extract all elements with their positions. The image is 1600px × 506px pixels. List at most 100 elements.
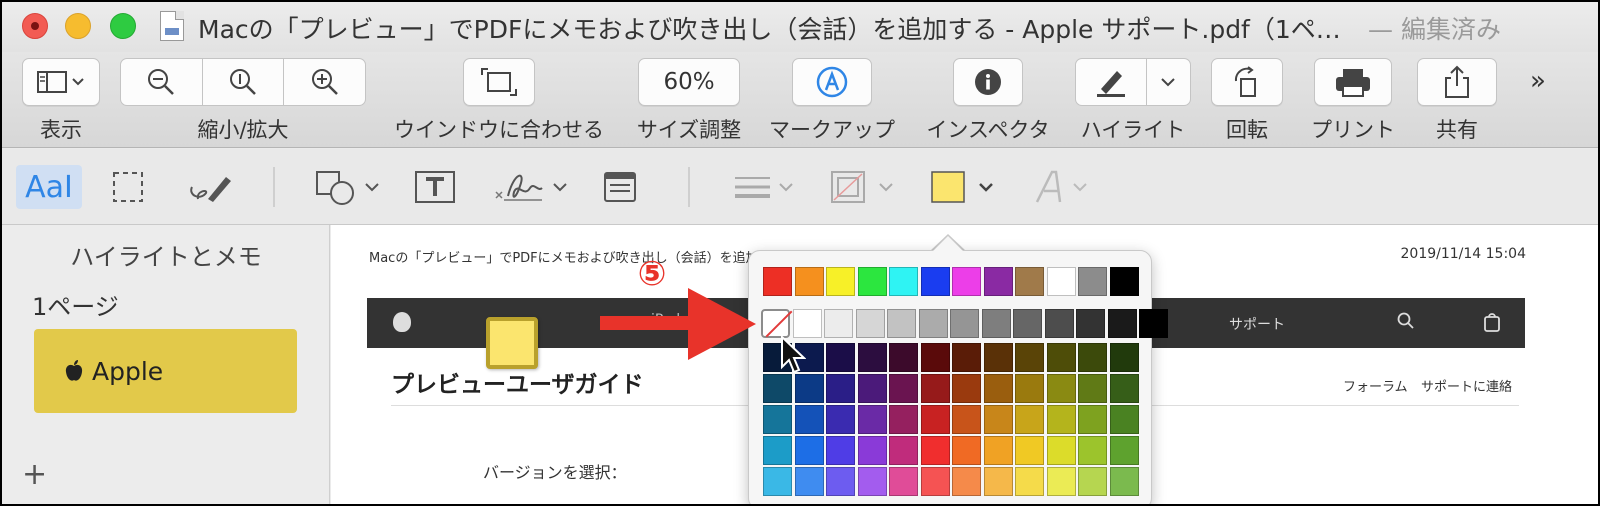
color-swatch[interactable] bbox=[857, 267, 887, 296]
print-button[interactable] bbox=[1314, 58, 1392, 106]
color-swatch[interactable] bbox=[826, 467, 855, 496]
color-swatch[interactable] bbox=[1078, 405, 1107, 434]
color-swatch[interactable] bbox=[826, 436, 855, 465]
minimize-button[interactable] bbox=[65, 13, 91, 39]
color-swatch[interactable] bbox=[1015, 343, 1044, 372]
color-swatch[interactable] bbox=[983, 467, 1013, 496]
document-icon[interactable] bbox=[160, 11, 184, 41]
color-swatch[interactable] bbox=[952, 467, 981, 496]
zoom-in-button[interactable] bbox=[284, 59, 365, 105]
color-swatch[interactable] bbox=[983, 343, 1013, 372]
shapes-tool[interactable] bbox=[314, 165, 384, 209]
color-swatch[interactable] bbox=[1015, 436, 1044, 465]
color-swatch[interactable] bbox=[794, 405, 824, 434]
color-swatch[interactable] bbox=[1015, 405, 1044, 434]
fit-window-button[interactable] bbox=[463, 58, 535, 106]
color-swatch[interactable] bbox=[889, 467, 918, 496]
color-swatch[interactable] bbox=[889, 267, 918, 296]
color-swatch[interactable] bbox=[1107, 309, 1137, 338]
highlight-options-button[interactable] bbox=[1147, 59, 1190, 105]
color-swatch[interactable] bbox=[857, 374, 887, 403]
color-swatch[interactable] bbox=[1078, 343, 1107, 372]
color-swatch[interactable] bbox=[983, 374, 1013, 403]
color-swatch[interactable] bbox=[763, 267, 792, 296]
color-swatch[interactable] bbox=[826, 343, 855, 372]
zoom-percent-field[interactable]: 60% bbox=[638, 58, 740, 106]
color-swatch[interactable] bbox=[920, 374, 950, 403]
color-swatch[interactable] bbox=[983, 436, 1013, 465]
color-swatch[interactable] bbox=[1078, 267, 1107, 296]
actual-size-button[interactable] bbox=[203, 59, 285, 105]
color-swatch[interactable] bbox=[920, 267, 950, 296]
color-swatch[interactable] bbox=[920, 343, 950, 372]
color-swatch[interactable] bbox=[1076, 309, 1105, 338]
color-swatch[interactable] bbox=[1044, 309, 1074, 338]
color-swatch[interactable] bbox=[826, 405, 855, 434]
color-swatch[interactable] bbox=[952, 374, 981, 403]
color-swatch[interactable] bbox=[857, 405, 887, 434]
color-swatch[interactable] bbox=[1015, 267, 1044, 296]
color-swatch[interactable] bbox=[952, 343, 981, 372]
color-swatch[interactable] bbox=[889, 436, 918, 465]
color-swatch[interactable] bbox=[794, 267, 824, 296]
color-swatch[interactable] bbox=[983, 405, 1013, 434]
note-tool[interactable] bbox=[600, 165, 640, 209]
color-swatch[interactable] bbox=[1109, 467, 1139, 496]
signature-tool[interactable] bbox=[492, 165, 574, 209]
zoom-out-button[interactable] bbox=[121, 59, 203, 105]
color-swatch[interactable] bbox=[889, 405, 918, 434]
note-annotation[interactable] bbox=[486, 317, 538, 369]
zoom-window-button[interactable] bbox=[110, 13, 136, 39]
color-swatch[interactable] bbox=[1139, 309, 1168, 338]
color-swatch[interactable] bbox=[952, 436, 981, 465]
note-list-item[interactable]: Apple bbox=[34, 329, 297, 413]
text-style-tool[interactable] bbox=[1032, 165, 1096, 209]
color-swatch[interactable] bbox=[983, 267, 1013, 296]
color-swatch[interactable] bbox=[887, 309, 916, 338]
color-swatch[interactable] bbox=[1109, 343, 1139, 372]
edited-status[interactable]: — 編集済み bbox=[1368, 10, 1501, 46]
color-swatch[interactable] bbox=[855, 309, 885, 338]
color-swatch[interactable] bbox=[889, 374, 918, 403]
color-swatch[interactable] bbox=[952, 405, 981, 434]
color-swatch[interactable] bbox=[1046, 343, 1076, 372]
inspector-button[interactable] bbox=[953, 58, 1023, 106]
color-swatch[interactable] bbox=[1015, 467, 1044, 496]
highlight-button[interactable] bbox=[1076, 59, 1147, 105]
color-swatch[interactable] bbox=[918, 309, 948, 338]
color-swatch[interactable] bbox=[1046, 467, 1076, 496]
color-swatch[interactable] bbox=[920, 405, 950, 434]
color-swatch[interactable] bbox=[792, 309, 822, 338]
view-button[interactable] bbox=[22, 58, 100, 106]
color-swatch[interactable] bbox=[826, 267, 855, 296]
text-box-tool[interactable] bbox=[412, 165, 458, 209]
toolbar-overflow-button[interactable]: » bbox=[1530, 66, 1546, 96]
fill-color-tool[interactable] bbox=[928, 165, 1000, 209]
no-color-swatch[interactable] bbox=[761, 309, 790, 338]
color-swatch[interactable] bbox=[857, 343, 887, 372]
color-swatch[interactable] bbox=[763, 374, 792, 403]
color-swatch[interactable] bbox=[1046, 436, 1076, 465]
color-swatch[interactable] bbox=[826, 374, 855, 403]
color-swatch[interactable] bbox=[763, 467, 792, 496]
color-swatch[interactable] bbox=[763, 405, 792, 434]
color-swatch[interactable] bbox=[1046, 405, 1076, 434]
border-color-tool[interactable] bbox=[828, 165, 900, 209]
line-style-tool[interactable] bbox=[732, 165, 800, 209]
rect-selection-tool[interactable] bbox=[106, 165, 150, 209]
color-swatch[interactable] bbox=[1109, 267, 1139, 296]
color-swatch[interactable] bbox=[1109, 436, 1139, 465]
close-button[interactable] bbox=[22, 13, 48, 39]
color-swatch[interactable] bbox=[794, 436, 824, 465]
color-swatch[interactable] bbox=[1078, 436, 1107, 465]
color-swatch[interactable] bbox=[763, 436, 792, 465]
color-swatch[interactable] bbox=[1109, 374, 1139, 403]
color-swatch[interactable] bbox=[920, 436, 950, 465]
sketch-tool[interactable] bbox=[184, 165, 240, 209]
color-swatch[interactable] bbox=[1015, 374, 1044, 403]
rotate-button[interactable] bbox=[1211, 58, 1283, 106]
color-swatch[interactable] bbox=[857, 467, 887, 496]
color-swatch[interactable] bbox=[952, 267, 981, 296]
color-swatch[interactable] bbox=[857, 436, 887, 465]
color-swatch[interactable] bbox=[889, 343, 918, 372]
